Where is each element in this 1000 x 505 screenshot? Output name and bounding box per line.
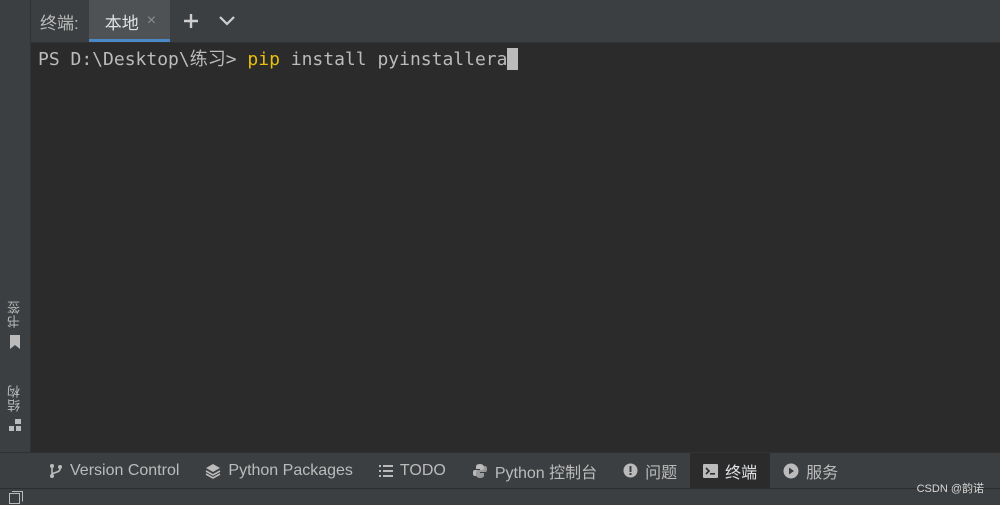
close-icon[interactable]: × bbox=[147, 12, 156, 30]
bottom-tool-bar: Version Control Python Packages TODO Pyt… bbox=[0, 452, 1000, 488]
todo-label: TODO bbox=[399, 461, 446, 479]
version-control-tool-button[interactable]: Version Control bbox=[36, 453, 192, 488]
tab-options-button[interactable] bbox=[212, 6, 242, 36]
status-bar bbox=[0, 488, 1000, 505]
bookmarks-tool-button[interactable]: 书签 bbox=[0, 300, 30, 353]
version-control-label: Version Control bbox=[70, 461, 180, 479]
terminal-line: PS D:\Desktop\练习> pip install pyinstalle… bbox=[38, 48, 519, 72]
bookmark-icon bbox=[9, 334, 21, 353]
terminal-title: 终端: bbox=[40, 13, 79, 33]
plus-icon bbox=[184, 14, 199, 28]
tab-local-label: 本地 bbox=[104, 13, 139, 33]
layers-icon bbox=[205, 463, 221, 479]
structure-icon bbox=[8, 418, 22, 435]
todo-tool-button[interactable]: TODO bbox=[366, 453, 459, 488]
bookmarks-label: 书签 bbox=[7, 300, 22, 328]
terminal-args: install pyinstallera bbox=[279, 49, 508, 70]
text-cursor bbox=[507, 48, 519, 70]
terminal-command: pip bbox=[247, 49, 280, 70]
left-tool-strip: 书签 结构 bbox=[0, 0, 31, 452]
tool-window-toggle-icon[interactable] bbox=[9, 491, 23, 505]
problems-label: 问题 bbox=[645, 464, 678, 482]
python-console-tool-button[interactable]: Python 控制台 bbox=[459, 453, 610, 488]
version-control-icon bbox=[49, 463, 63, 479]
terminal-tab-header: 终端: 本地 × bbox=[31, 0, 1000, 43]
services-label: 服务 bbox=[806, 464, 839, 482]
watermark: CSDN @韵诺 bbox=[916, 483, 984, 495]
new-tab-button[interactable] bbox=[176, 6, 206, 36]
python-packages-tool-button[interactable]: Python Packages bbox=[192, 453, 366, 488]
services-tool-button[interactable]: 服务 bbox=[770, 453, 851, 488]
terminal-tool-label: 终端 bbox=[725, 464, 758, 482]
structure-tool-button[interactable]: 结构 bbox=[0, 384, 30, 435]
problems-icon bbox=[623, 463, 638, 478]
structure-label: 结构 bbox=[7, 384, 22, 412]
chevron-down-icon bbox=[219, 16, 235, 26]
ide-window: 书签 结构 终端: 本地 × PS D:\Desktop\练习> pip ins… bbox=[0, 0, 1000, 505]
python-packages-label: Python Packages bbox=[228, 461, 353, 479]
list-icon bbox=[378, 464, 393, 477]
services-icon bbox=[783, 463, 799, 479]
terminal-area[interactable]: PS D:\Desktop\练习> pip install pyinstalle… bbox=[31, 43, 1000, 452]
python-icon bbox=[472, 463, 488, 479]
tab-local[interactable]: 本地 × bbox=[88, 0, 171, 42]
terminal-tool-button[interactable]: 终端 bbox=[690, 453, 771, 488]
problems-tool-button[interactable]: 问题 bbox=[610, 453, 690, 488]
terminal-icon bbox=[703, 463, 719, 478]
python-console-label: Python 控制台 bbox=[494, 464, 598, 482]
terminal-prompt: PS D:\Desktop\练习> bbox=[38, 49, 248, 70]
